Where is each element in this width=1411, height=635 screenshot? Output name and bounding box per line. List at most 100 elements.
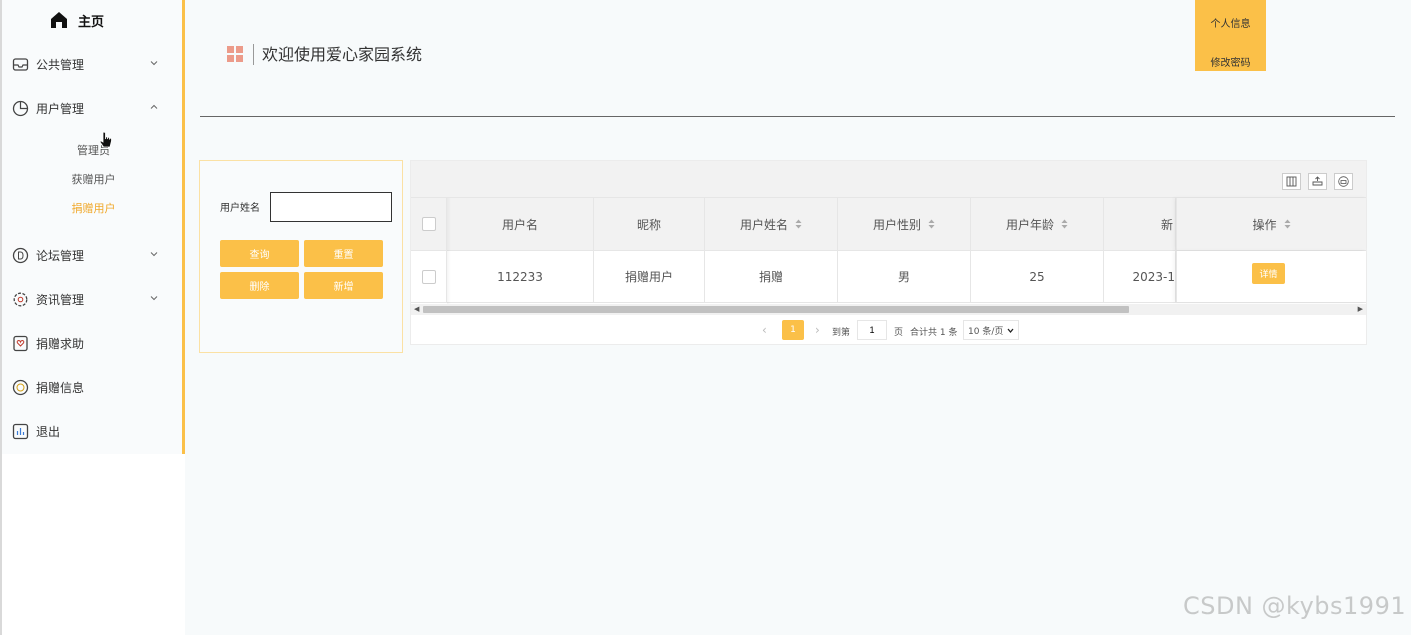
header-rule bbox=[200, 116, 1395, 117]
submenu-item-donor-users[interactable]: 捐赠用户 bbox=[2, 200, 185, 216]
sidebar-item-label: 用户管理 bbox=[36, 101, 85, 116]
pagination: ‹ 1 › 到第 页 合计共 1 条 10 条/页 bbox=[410, 319, 1367, 341]
chevron-down-icon bbox=[150, 61, 158, 66]
name-search-input[interactable] bbox=[270, 192, 392, 222]
sort-icon[interactable] bbox=[1284, 219, 1291, 229]
cell-actions: 详情 bbox=[1176, 251, 1366, 302]
sidebar-item-label: 资讯管理 bbox=[36, 292, 85, 307]
mouse-pointer-icon bbox=[99, 131, 112, 148]
chevron-down-icon bbox=[1007, 328, 1014, 334]
search-panel: 用户姓名 查询 重置 删除 新增 bbox=[199, 160, 403, 353]
column-header-label: 用户年龄 bbox=[1005, 217, 1054, 232]
sidebar: 主页 公共管理 用户管理 管理员 获赠用户 捐赠用户 论坛管理 资讯管理 捐赠求… bbox=[0, 0, 185, 635]
sidebar-item-label: 退出 bbox=[36, 424, 61, 439]
print-button[interactable] bbox=[1334, 173, 1353, 190]
detail-button[interactable]: 详情 bbox=[1252, 263, 1285, 284]
current-page[interactable]: 1 bbox=[782, 320, 804, 340]
sidebar-item-donation-info[interactable]: 捐赠信息 bbox=[12, 375, 172, 399]
data-table: 用户名 昵称 用户姓名 用户性别 用户年龄 新 操作 112233 捐赠用户 捐… bbox=[410, 160, 1367, 345]
sidebar-item-public[interactable]: 公共管理 bbox=[12, 52, 172, 76]
select-all-checkbox[interactable] bbox=[421, 217, 436, 231]
cell-name: 捐赠 bbox=[705, 251, 838, 302]
column-header-label: 用户姓名 bbox=[739, 217, 788, 232]
sidebar-menu: 主页 公共管理 用户管理 管理员 获赠用户 捐赠用户 论坛管理 资讯管理 捐赠求… bbox=[2, 0, 185, 454]
circle-d-icon bbox=[12, 247, 29, 264]
sidebar-item-donation-help[interactable]: 捐赠求助 bbox=[12, 331, 172, 355]
export-button[interactable] bbox=[1308, 173, 1327, 190]
page-size-select[interactable]: 10 条/页 bbox=[963, 320, 1019, 340]
column-header: 新 bbox=[1104, 198, 1176, 250]
sidebar-item-forum[interactable]: 论坛管理 bbox=[12, 243, 172, 267]
row-checkbox[interactable] bbox=[421, 269, 436, 284]
chevron-up-icon bbox=[150, 104, 158, 109]
column-header-label: 用户性别 bbox=[872, 217, 921, 232]
prev-page-icon[interactable]: ‹ bbox=[762, 323, 767, 337]
column-header-actions[interactable]: 操作 bbox=[1176, 198, 1366, 250]
cell-username: 112233 bbox=[447, 251, 594, 302]
chevron-down-icon bbox=[150, 296, 158, 301]
home-link[interactable]: 主页 bbox=[50, 8, 104, 32]
change-password-button[interactable]: 修改密码 bbox=[1195, 51, 1266, 71]
columns-filter-button[interactable] bbox=[1282, 173, 1301, 190]
horizontal-scrollbar[interactable]: ◀ ▶ bbox=[411, 304, 1366, 315]
profile-button[interactable]: 个人信息 bbox=[1195, 0, 1266, 36]
home-label: 主页 bbox=[78, 14, 105, 30]
table-row[interactable]: 112233 捐赠用户 捐赠 男 25 2023-1 详情 bbox=[411, 251, 1366, 303]
print-icon bbox=[1338, 176, 1349, 187]
column-header[interactable]: 用户年龄 bbox=[971, 198, 1104, 250]
next-page-icon[interactable]: › bbox=[815, 323, 820, 337]
sort-icon[interactable] bbox=[1061, 219, 1068, 229]
cell-nickname: 捐赠用户 bbox=[594, 251, 705, 302]
total-count: 合计共 1 条 bbox=[910, 328, 958, 338]
delete-button[interactable]: 删除 bbox=[220, 272, 299, 299]
sidebar-item-logout[interactable]: 退出 bbox=[12, 419, 172, 443]
column-header[interactable]: 用户性别 bbox=[838, 198, 971, 250]
export-icon bbox=[1312, 176, 1323, 186]
submenu-item-admin[interactable]: 管理员 bbox=[2, 142, 185, 158]
submenu-item-recipient-users[interactable]: 获赠用户 bbox=[2, 171, 185, 187]
grid-icon bbox=[227, 46, 243, 62]
gear-icon bbox=[12, 291, 29, 308]
reset-button[interactable]: 重置 bbox=[304, 240, 383, 267]
column-header-label: 操作 bbox=[1252, 217, 1277, 232]
query-button[interactable]: 查询 bbox=[220, 240, 299, 267]
table-header-row: 用户名 昵称 用户姓名 用户性别 用户年龄 新 操作 bbox=[411, 198, 1366, 251]
coin-icon bbox=[12, 379, 29, 396]
sidebar-item-users[interactable]: 用户管理 bbox=[12, 96, 172, 120]
add-button[interactable]: 新增 bbox=[304, 272, 383, 299]
column-header: 用户名 bbox=[447, 198, 594, 250]
sidebar-item-news[interactable]: 资讯管理 bbox=[12, 287, 172, 311]
sidebar-item-label: 捐赠信息 bbox=[36, 380, 85, 395]
bar-chart-icon bbox=[12, 423, 29, 440]
table-toolbar bbox=[411, 161, 1366, 198]
cell-date: 2023-1 bbox=[1104, 251, 1176, 302]
home-icon bbox=[51, 12, 67, 28]
fixed-column-shadow bbox=[447, 198, 451, 304]
watermark: CSDN @kybs1991 bbox=[1183, 592, 1407, 620]
cell-age: 25 bbox=[971, 251, 1104, 302]
top-button-gap bbox=[1195, 36, 1266, 51]
column-header: 昵称 bbox=[594, 198, 705, 250]
heart-badge-icon bbox=[12, 335, 29, 352]
page-title: 欢迎使用爱心家园系统 bbox=[262, 45, 423, 64]
sort-icon[interactable] bbox=[928, 219, 935, 229]
pie-chart-icon bbox=[12, 100, 29, 117]
columns-icon bbox=[1286, 176, 1297, 187]
chevron-down-icon bbox=[150, 252, 158, 257]
page-size-value: 10 条/页 bbox=[968, 326, 1004, 337]
cell-gender: 男 bbox=[838, 251, 971, 302]
goto-page-input[interactable] bbox=[857, 320, 887, 340]
sidebar-item-label: 论坛管理 bbox=[36, 248, 85, 263]
select-all-cell bbox=[411, 198, 447, 250]
page-unit-label: 页 bbox=[894, 328, 904, 338]
scroll-left-arrow-icon[interactable]: ◀ bbox=[414, 305, 419, 313]
header-divider bbox=[253, 44, 254, 65]
sidebar-item-label: 公共管理 bbox=[36, 57, 85, 72]
scroll-right-arrow-icon[interactable]: ▶ bbox=[1358, 305, 1363, 313]
column-header[interactable]: 用户姓名 bbox=[705, 198, 838, 250]
sidebar-item-label: 捐赠求助 bbox=[36, 336, 85, 351]
sort-icon[interactable] bbox=[795, 219, 802, 229]
envelope-icon bbox=[12, 56, 29, 73]
scrollbar-thumb[interactable] bbox=[423, 306, 1129, 313]
goto-label: 到第 bbox=[832, 328, 851, 338]
